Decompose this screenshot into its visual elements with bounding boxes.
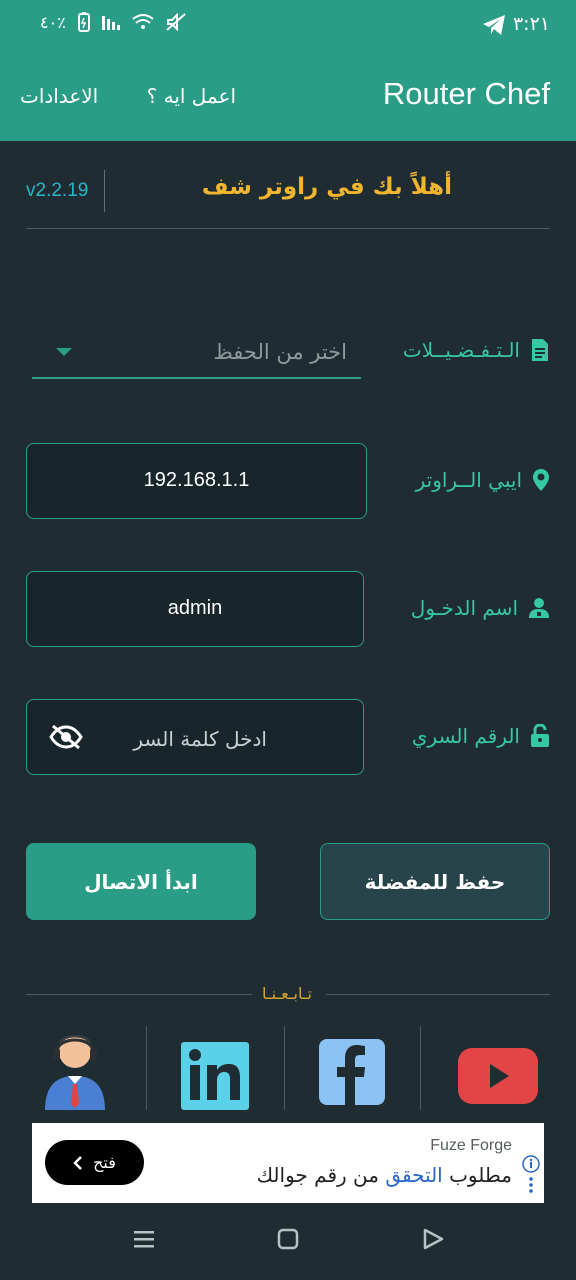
- battery-icon: [77, 12, 90, 32]
- username-label-text: اسم الدخـول: [410, 596, 518, 620]
- ad-brand: Fuze Forge: [430, 1137, 512, 1154]
- eye-off-icon[interactable]: [49, 724, 83, 750]
- ad-open-button[interactable]: فتح: [45, 1140, 144, 1185]
- version-label: v2.2.19: [26, 180, 89, 201]
- linkedin-icon[interactable]: [180, 1026, 250, 1112]
- social-separator: [146, 1026, 147, 1110]
- router-ip-value: 192.168.1.1: [143, 469, 250, 491]
- app-title: Router Chef: [382, 76, 550, 111]
- ad-text-before: مطلوب: [442, 1163, 512, 1187]
- document-icon: [532, 339, 548, 361]
- social-separator: [284, 1026, 285, 1110]
- status-icons: ٤٠٪: [40, 12, 186, 32]
- password-placeholder: ادخل كلمة السر: [133, 727, 267, 751]
- social-separator: [420, 1026, 421, 1110]
- favorites-placeholder: اختر من الحفظ: [213, 340, 347, 364]
- mute-icon: [166, 13, 186, 31]
- username-label: اسم الدخـول: [411, 596, 550, 620]
- favorites-dropdown[interactable]: اختر من الحفظ: [32, 330, 361, 379]
- favorites-label: الـتـفـضـيــلات: [403, 338, 550, 362]
- back-icon[interactable]: [422, 1228, 444, 1250]
- user-icon: [529, 598, 549, 618]
- ad-text-highlight: التحقق: [385, 1163, 443, 1187]
- ad-text: مطلوب التحقق من رقم جوالك: [257, 1163, 512, 1187]
- username-value: admin: [167, 597, 223, 619]
- section-divider: [26, 228, 550, 229]
- status-bar: ٤٠٪ ٣:٢١: [0, 0, 576, 52]
- password-input[interactable]: ادخل كلمة السر: [26, 699, 364, 775]
- support-icon[interactable]: [40, 1026, 110, 1112]
- router-ip-label: ايبي الــراوتر: [416, 468, 550, 492]
- youtube-icon[interactable]: [457, 1026, 539, 1112]
- favorites-label-text: الـتـفـضـيــلات: [402, 338, 520, 362]
- unlock-icon: [531, 724, 549, 747]
- signal-icon: [101, 16, 120, 30]
- connect-button[interactable]: ابدأ الاتصال: [26, 843, 256, 920]
- home-icon[interactable]: [277, 1228, 299, 1250]
- status-time: ٣:٢١: [512, 13, 550, 35]
- password-label-text: الرقم السري: [411, 724, 520, 748]
- chevron-down-icon: [56, 348, 72, 356]
- settings-link[interactable]: الاعدادات: [20, 84, 98, 108]
- header-divider: [104, 170, 105, 212]
- battery-percent: ٤٠٪: [40, 12, 66, 32]
- username-input[interactable]: admin: [26, 571, 364, 647]
- follow-divider-right: [326, 994, 550, 995]
- telegram-icon: [483, 15, 505, 35]
- router-ip-label-text: ايبي الــراوتر: [415, 468, 522, 492]
- ad-open-label: فتح: [93, 1153, 116, 1172]
- info-icon[interactable]: [522, 1155, 540, 1193]
- router-ip-input[interactable]: 192.168.1.1: [26, 443, 367, 519]
- chevron-left-icon: [73, 1155, 82, 1170]
- recent-apps-icon[interactable]: [133, 1228, 155, 1250]
- ad-text-after: من رقم جوالك: [256, 1163, 386, 1187]
- follow-divider-left: [26, 994, 252, 995]
- location-pin-icon: [533, 469, 549, 491]
- what-to-do-link[interactable]: اعمل ايه ؟: [147, 84, 236, 108]
- welcome-title: أهلاً بك في راوتر شف: [201, 174, 452, 200]
- save-favorite-button[interactable]: حفظ للمفضلة: [320, 843, 550, 920]
- wifi-icon: [132, 14, 154, 29]
- password-label: الرقم السري: [412, 724, 550, 748]
- ad-banner[interactable]: Fuze Forge مطلوب التحقق من رقم جوالك فتح: [32, 1123, 544, 1203]
- follow-label: تـابـعـنـا: [262, 984, 312, 1003]
- facebook-icon[interactable]: [318, 1026, 386, 1112]
